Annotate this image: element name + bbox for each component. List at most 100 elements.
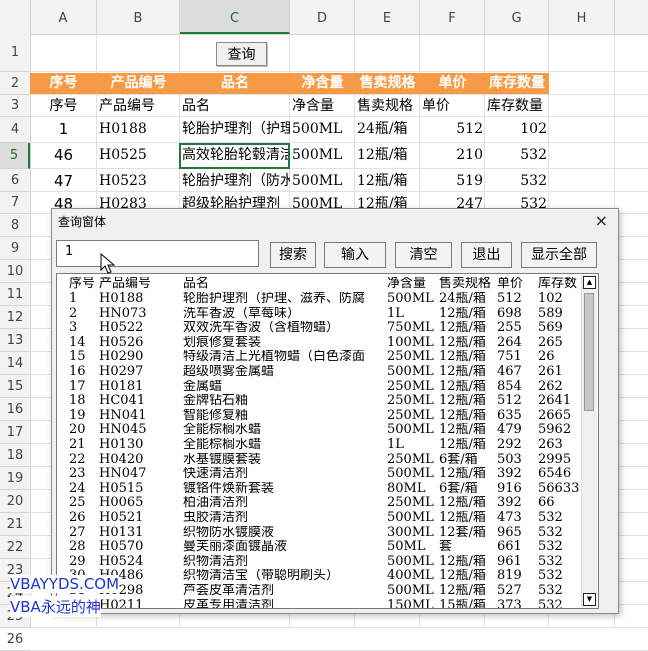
scroll-up-icon[interactable]: ▲ [583, 276, 596, 289]
row-header-3[interactable]: 3 [0, 95, 30, 117]
input-button[interactable]: 输入 [324, 242, 386, 268]
list-cell: 532 [538, 511, 563, 525]
list-cell: 全能棕榈水蜡 [183, 438, 262, 452]
results-listbox[interactable]: 序号 产品编号 品名 净含量 售卖规格 单价 库存数 1 H0188 轮胎护理剂（护理、滋养、防腐… [56, 273, 599, 609]
list-cell: 6套/箱 [439, 452, 478, 467]
data-cell[interactable]: H0523 [97, 169, 180, 193]
data-cell[interactable]: 532 [485, 169, 549, 193]
column-header-h[interactable]: H [549, 0, 615, 34]
label-cell[interactable]: 单价 [420, 95, 485, 117]
close-icon[interactable]: × [595, 211, 608, 230]
row-header-4[interactable]: 4 [0, 117, 30, 143]
search-button[interactable]: 搜索 [270, 242, 316, 268]
data-cell[interactable]: 500ML [290, 143, 355, 167]
query-button[interactable]: 查询 [216, 42, 267, 66]
header-cell[interactable]: 单价 [420, 73, 485, 94]
list-cell: 819 [497, 569, 522, 584]
list-cell: 织物清洁剂 [183, 554, 249, 569]
list-cell: 曼芙丽漆面镀晶液 [183, 540, 288, 555]
row-header-16[interactable]: 16 [0, 398, 30, 421]
data-cell[interactable]: 500ML [290, 117, 355, 141]
data-cell[interactable]: 500ML [290, 169, 355, 193]
list-cell: H0526 [99, 335, 144, 350]
header-cell[interactable]: 净含量 [290, 73, 355, 94]
select-all-corner[interactable] [0, 0, 31, 34]
data-cell[interactable]: 102 [485, 117, 549, 141]
list-cell: 698 [497, 306, 522, 321]
row-header-7[interactable]: 7 [0, 192, 30, 214]
data-cell[interactable]: 532 [485, 143, 549, 167]
row-header-15[interactable]: 15 [0, 375, 30, 398]
row-header-11[interactable]: 11 [0, 283, 30, 306]
data-cell[interactable]: H0188 [97, 117, 180, 141]
clear-button[interactable]: 清空 [395, 242, 452, 268]
data-cell[interactable]: 12瓶/箱 [355, 143, 420, 167]
list-cell: HN041 [99, 408, 147, 423]
column-header-e[interactable]: E [355, 0, 420, 34]
data-cell[interactable]: 512 [420, 117, 485, 141]
row-header-22[interactable]: 22 [0, 536, 30, 559]
row-header-1[interactable]: 1 [0, 34, 30, 72]
label-cell[interactable]: 净含量 [290, 95, 355, 117]
header-cell[interactable]: 品名 [180, 73, 290, 94]
column-header-d[interactable]: D [290, 0, 355, 34]
row-header-26[interactable]: 26 [0, 628, 30, 651]
list-cell: 80ML [387, 481, 426, 496]
data-cell[interactable]: 210 [420, 143, 485, 167]
row-header-6[interactable]: 6 [0, 169, 30, 192]
row-header-10[interactable]: 10 [0, 260, 30, 283]
header-cell[interactable]: 序号 [30, 73, 97, 94]
label-cell[interactable]: 品名 [180, 95, 290, 117]
row-header-18[interactable]: 18 [0, 444, 30, 467]
data-cell[interactable]: 519 [420, 169, 485, 193]
row-header-8[interactable]: 8 [0, 214, 30, 237]
row-header-14[interactable]: 14 [0, 352, 30, 375]
search-input[interactable]: 1 [56, 240, 259, 267]
list-cell: 产品编号 [99, 277, 152, 291]
scroll-thumb[interactable] [584, 293, 594, 411]
label-cell[interactable]: 产品编号 [97, 95, 180, 117]
label-cell[interactable]: 序号 [30, 95, 97, 117]
show-all-button[interactable]: 显示全部 [521, 242, 597, 268]
column-header-g[interactable]: G [485, 0, 549, 34]
row-header-17[interactable]: 17 [0, 421, 30, 444]
data-cell[interactable]: 轮胎护理剂（护理 [180, 117, 290, 141]
list-cell: 6546 [538, 467, 572, 482]
data-cell[interactable]: 12瓶/箱 [355, 169, 420, 193]
column-header-b[interactable]: B [97, 0, 180, 34]
list-cell: HN045 [99, 423, 147, 438]
data-cell[interactable]: H0525 [97, 143, 180, 167]
column-header-c[interactable]: C [180, 0, 290, 34]
selected-cell-c5[interactable] [179, 143, 290, 169]
row-header-12[interactable]: 12 [0, 306, 30, 329]
row-header-20[interactable]: 20 [0, 490, 30, 513]
exit-button[interactable]: 退出 [461, 242, 512, 268]
header-cell[interactable]: 售卖规格 [355, 73, 420, 94]
listbox-scrollbar[interactable]: ▲ ▼ [581, 275, 597, 607]
scroll-down-icon[interactable]: ▼ [583, 593, 596, 606]
label-cell[interactable]: 售卖规格 [355, 95, 420, 117]
row-header-5[interactable]: 5 [0, 143, 30, 169]
row-header-21[interactable]: 21 [0, 513, 30, 536]
data-cell[interactable]: 24瓶/箱 [355, 117, 420, 141]
list-cell: 虫胶清洁剂 [183, 511, 249, 525]
list-cell: 18 [69, 394, 86, 409]
row-header-2[interactable]: 2 [0, 72, 30, 95]
list-cell: 500ML [387, 423, 434, 438]
header-cell[interactable]: 产品编号 [97, 73, 180, 94]
data-cell[interactable]: 46 [30, 143, 97, 167]
list-cell: 3 [69, 321, 78, 336]
row-header-19[interactable]: 19 [0, 467, 30, 490]
row-header-13[interactable]: 13 [0, 329, 30, 352]
data-cell[interactable]: 1 [30, 117, 97, 141]
list-cell: 661 [497, 540, 522, 555]
list-cell: 265 [538, 335, 563, 350]
data-cell[interactable]: 47 [30, 169, 97, 193]
data-cell[interactable]: 轮胎护理剂（防水 [180, 169, 290, 193]
header-cell[interactable]: 库存数量 [485, 73, 549, 94]
row-header-9[interactable]: 9 [0, 237, 30, 260]
label-cell[interactable]: 库存数量 [485, 95, 549, 117]
column-header-f[interactable]: F [420, 0, 485, 34]
column-header-a[interactable]: A [30, 0, 97, 34]
list-cell: H0130 [99, 438, 144, 452]
